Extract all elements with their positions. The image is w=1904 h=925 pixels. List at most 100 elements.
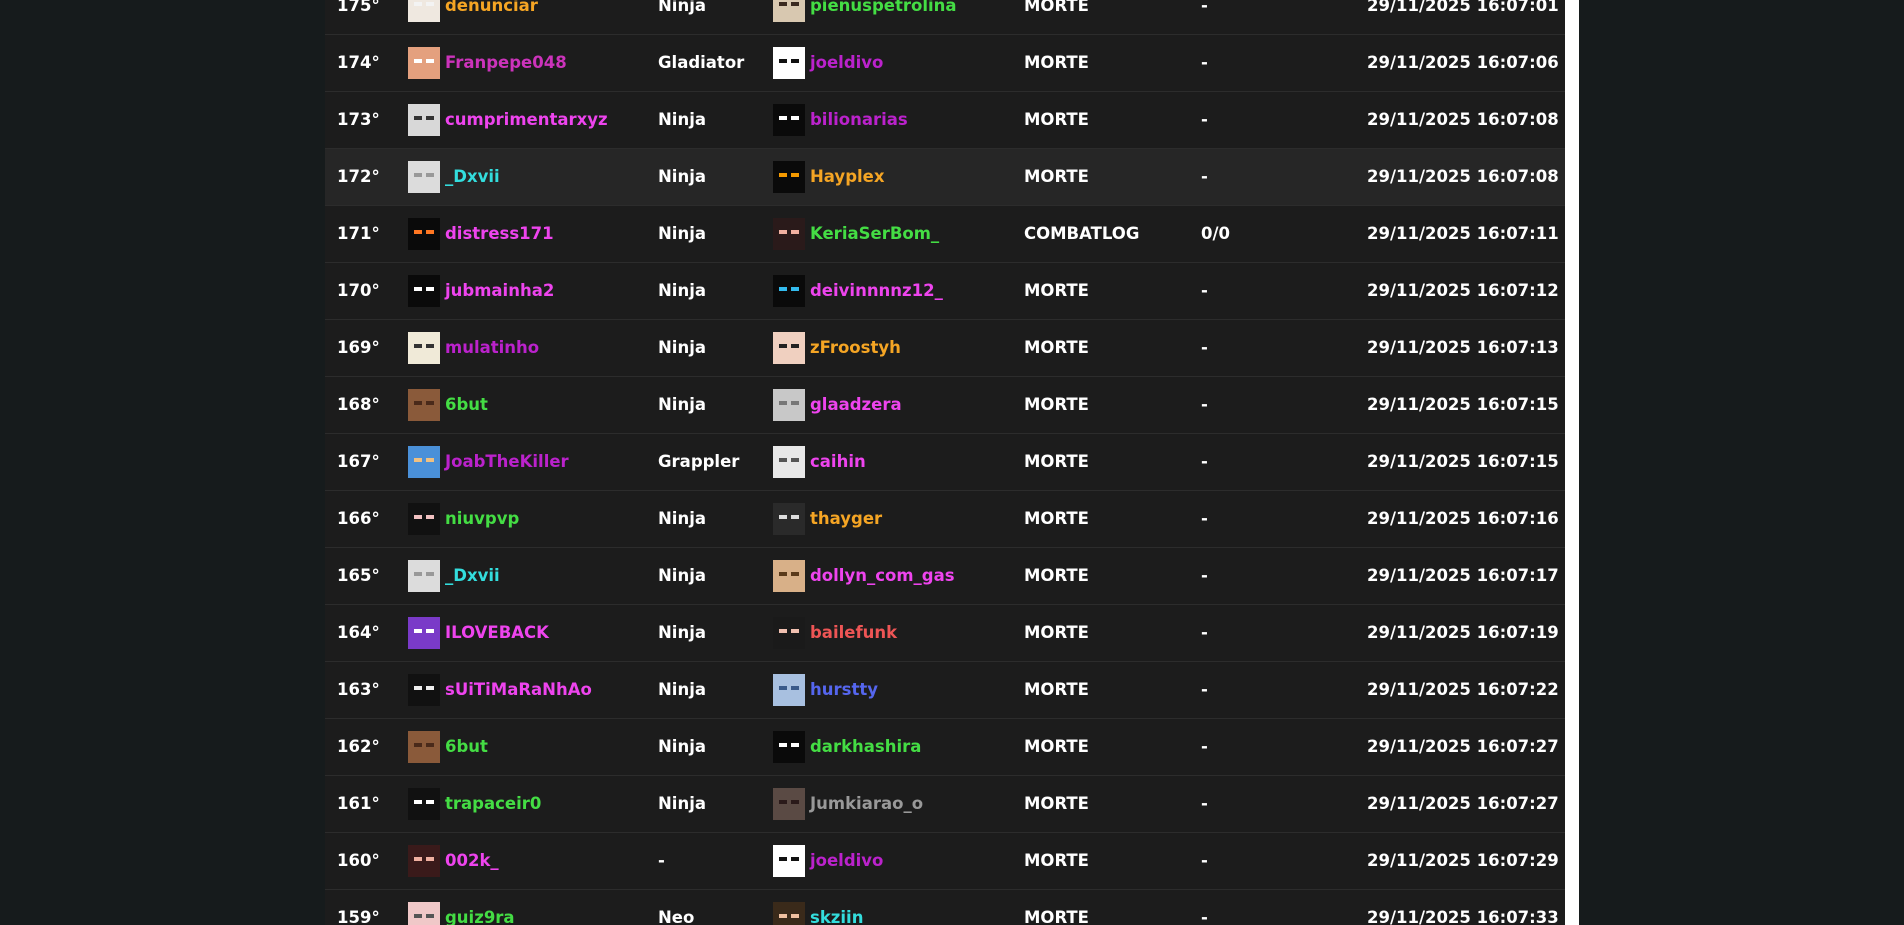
victim-player[interactable]: dollyn_com_gas (773, 548, 955, 604)
victim-player[interactable]: Hayplex (773, 149, 885, 205)
attacker-name[interactable]: 6but (445, 377, 488, 433)
victim-name[interactable]: bailefunk (810, 605, 897, 661)
avatar-eye (779, 458, 787, 462)
attacker-name[interactable]: distress171 (445, 206, 554, 262)
victim-name[interactable]: Hayplex (810, 149, 885, 205)
attacker-player[interactable]: JoabTheKiller (408, 434, 569, 490)
victim-name[interactable]: joeldivo (810, 833, 883, 889)
victim-player[interactable]: caihin (773, 434, 866, 490)
attacker-player[interactable]: sUiTiMaRaNhAo (408, 662, 592, 718)
victim-player[interactable]: joeldivo (773, 35, 883, 91)
victim-player[interactable]: zFroostyh (773, 320, 901, 376)
timestamp: 29/11/2025 16:07:15 (1367, 452, 1559, 471)
attacker-player[interactable]: trapaceir0 (408, 776, 541, 832)
victim-player[interactable]: hurstty (773, 662, 878, 718)
victim-player[interactable]: thayger (773, 491, 882, 547)
victim-name[interactable]: joeldivo (810, 35, 883, 91)
victim-avatar (773, 104, 805, 136)
attacker-name[interactable]: ILOVEBACK (445, 605, 549, 661)
victim-name[interactable]: glaadzera (810, 377, 902, 433)
victim-player[interactable]: Jumkiarao_o (773, 776, 923, 832)
avatar-eye (779, 743, 787, 747)
avatar-eye (791, 230, 799, 234)
table-row: 174° Franpepe048 Gladiator joeldivo MORTE - 29… (325, 35, 1565, 92)
victim-player[interactable]: KeriaSerBom_ (773, 206, 939, 262)
attacker-name[interactable]: jubmainha2 (445, 263, 554, 319)
victim-name[interactable]: bilionarias (810, 92, 908, 148)
avatar-eye (414, 743, 422, 747)
avatar-eye (791, 857, 799, 861)
victim-player[interactable]: bilionarias (773, 92, 908, 148)
kit-name: - (658, 851, 665, 870)
attacker-avatar (408, 332, 440, 364)
avatar-eye (414, 116, 422, 120)
avatar-eye (426, 344, 434, 348)
victim-avatar (773, 788, 805, 820)
attacker-player[interactable]: Franpepe048 (408, 35, 567, 91)
avatar-eye (426, 287, 434, 291)
attacker-name[interactable]: guiz9ra (445, 890, 515, 925)
attacker-name[interactable]: Franpepe048 (445, 35, 567, 91)
victim-name[interactable]: KeriaSerBom_ (810, 206, 939, 262)
attacker-player[interactable]: ILOVEBACK (408, 605, 549, 661)
avatar-eye (414, 173, 422, 177)
victim-name[interactable]: skziin (810, 890, 863, 925)
victim-name[interactable]: darkhashira (810, 719, 921, 775)
attacker-player[interactable]: denunciar (408, 0, 538, 34)
victim-avatar (773, 47, 805, 79)
kit-name: Ninja (658, 737, 707, 756)
victim-avatar (773, 275, 805, 307)
victim-name[interactable]: thayger (810, 491, 882, 547)
attacker-player[interactable]: 002k_ (408, 833, 499, 889)
attacker-player[interactable]: distress171 (408, 206, 554, 262)
attacker-player[interactable]: jubmainha2 (408, 263, 554, 319)
rank-position: 163° (337, 680, 380, 699)
victim-name[interactable]: pienuspetrolina (810, 0, 957, 34)
victim-player[interactable]: glaadzera (773, 377, 902, 433)
kill-death-value: - (1201, 167, 1208, 186)
attacker-name[interactable]: JoabTheKiller (445, 434, 569, 490)
attacker-player[interactable]: _Dxvii (408, 548, 500, 604)
victim-name[interactable]: dollyn_com_gas (810, 548, 955, 604)
avatar-eye (779, 116, 787, 120)
attacker-player[interactable]: 6but (408, 719, 488, 775)
victim-player[interactable]: pienuspetrolina (773, 0, 957, 34)
victim-player[interactable]: joeldivo (773, 833, 883, 889)
attacker-avatar (408, 275, 440, 307)
attacker-player[interactable]: niuvpvp (408, 491, 519, 547)
attacker-name[interactable]: denunciar (445, 0, 538, 34)
attacker-avatar (408, 161, 440, 193)
attacker-player[interactable]: 6but (408, 377, 488, 433)
scrollbar[interactable] (1565, 0, 1579, 925)
victim-name[interactable]: deivinnnnz12_ (810, 263, 943, 319)
timestamp: 29/11/2025 16:07:08 (1367, 167, 1559, 186)
victim-player[interactable]: skziin (773, 890, 863, 925)
victim-name[interactable]: zFroostyh (810, 320, 901, 376)
victim-avatar (773, 0, 805, 22)
attacker-player[interactable]: cumprimentarxyz (408, 92, 608, 148)
attacker-player[interactable]: guiz9ra (408, 890, 515, 925)
attacker-name[interactable]: trapaceir0 (445, 776, 541, 832)
victim-player[interactable]: deivinnnnz12_ (773, 263, 943, 319)
attacker-name[interactable]: cumprimentarxyz (445, 92, 608, 148)
attacker-name[interactable]: 002k_ (445, 833, 499, 889)
table-row: 162° 6but Ninja darkhashira MORTE - 29/11/2025… (325, 719, 1565, 776)
victim-name[interactable]: caihin (810, 434, 866, 490)
victim-name[interactable]: Jumkiarao_o (810, 776, 923, 832)
kill-death-value: - (1201, 338, 1208, 357)
attacker-name[interactable]: sUiTiMaRaNhAo (445, 662, 592, 718)
attacker-name[interactable]: 6but (445, 719, 488, 775)
attacker-name[interactable]: _Dxvii (445, 548, 500, 604)
victim-player[interactable]: darkhashira (773, 719, 921, 775)
avatar-eye (414, 2, 422, 6)
attacker-player[interactable]: _Dxvii (408, 149, 500, 205)
attacker-name[interactable]: _Dxvii (445, 149, 500, 205)
victim-player[interactable]: bailefunk (773, 605, 897, 661)
attacker-name[interactable]: mulatinho (445, 320, 539, 376)
avatar-eye (791, 287, 799, 291)
death-type: MORTE (1024, 566, 1089, 585)
rank-position: 165° (337, 566, 380, 585)
attacker-name[interactable]: niuvpvp (445, 491, 519, 547)
victim-name[interactable]: hurstty (810, 662, 878, 718)
attacker-player[interactable]: mulatinho (408, 320, 539, 376)
